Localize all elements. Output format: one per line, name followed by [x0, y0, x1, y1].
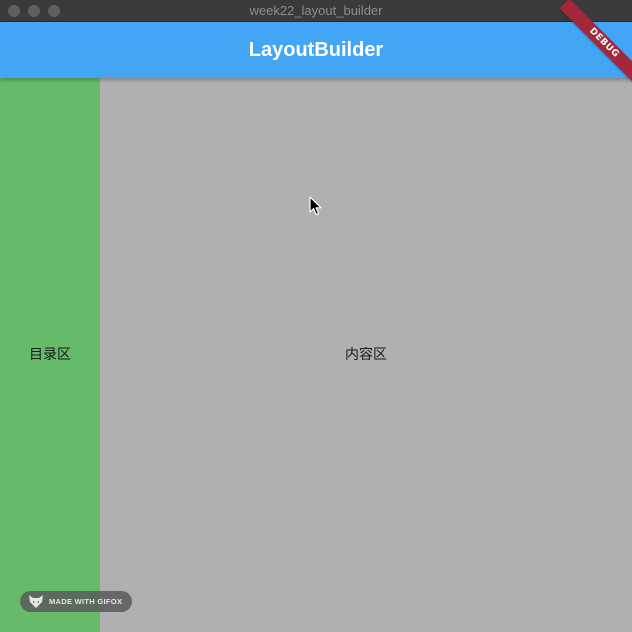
content-label: 内容区 — [345, 347, 387, 363]
gifox-watermark: MADE WITH GIFOX — [20, 591, 132, 612]
window-title: week22_layout_builder — [249, 3, 383, 18]
content-panel: 内容区 — [100, 78, 632, 632]
app-bar: LayoutBuilder — [0, 22, 632, 78]
sidebar-panel: 目录区 — [0, 78, 100, 632]
fox-icon — [29, 595, 43, 608]
layout-row: 目录区 内容区 — [0, 78, 632, 632]
window-titlebar[interactable]: week22_layout_builder — [0, 0, 632, 22]
app-window: week22_layout_builder LayoutBuilder DEBU… — [0, 0, 632, 632]
sidebar-label: 目录区 — [29, 347, 71, 363]
app-bar-title: LayoutBuilder — [248, 39, 384, 61]
watermark-text: MADE WITH GIFOX — [49, 597, 123, 606]
mouse-cursor-icon — [309, 196, 322, 216]
